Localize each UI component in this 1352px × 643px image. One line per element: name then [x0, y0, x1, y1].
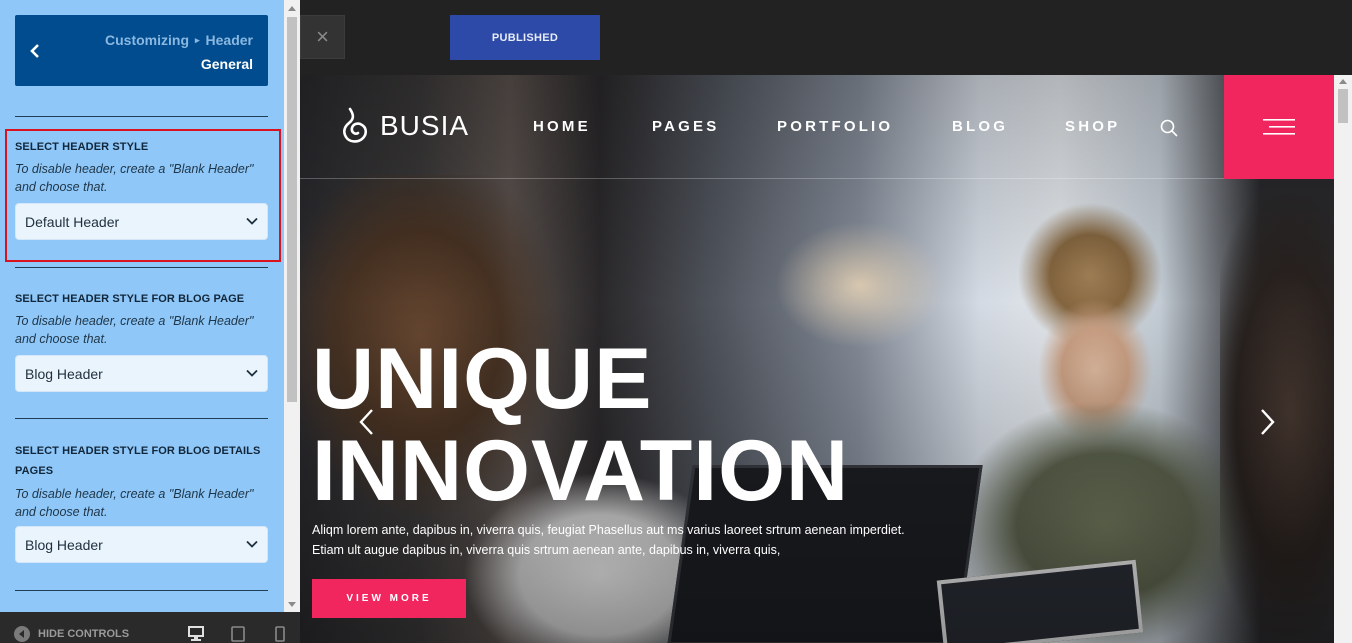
hero-title-line1: UNIQUE: [312, 331, 653, 427]
breadcrumb-section: Header: [205, 32, 253, 48]
group-description: To disable header, create a "Blank Heade…: [15, 314, 254, 346]
back-button[interactable]: [15, 15, 55, 86]
sidebar-scrollbar[interactable]: [284, 0, 300, 612]
section-header: Customizing ▸ Header General: [15, 15, 268, 86]
slider-prev-icon[interactable]: [358, 408, 374, 436]
hide-controls-label: HIDE CONTROLS: [38, 628, 130, 640]
nav-home[interactable]: HOME: [533, 118, 591, 135]
slider-next-icon[interactable]: [1260, 408, 1276, 436]
divider: [15, 267, 268, 268]
group-title: SELECT HEADER STYLE FOR BLOG DETAILS PAG…: [15, 445, 261, 477]
mobile-icon[interactable]: [272, 626, 288, 642]
tablet-icon[interactable]: [230, 626, 246, 642]
scroll-up-icon[interactable]: [1339, 79, 1347, 84]
divider: [15, 418, 268, 419]
scrollbar-thumb[interactable]: [287, 17, 297, 402]
blog-header-style-group: SELECT HEADER STYLE FOR BLOG PAGE To dis…: [15, 291, 268, 392]
customizer-window: Customizing ▸ Header General SELECT HEAD…: [0, 0, 1352, 643]
breadcrumb: Customizing ▸ Header: [105, 32, 253, 48]
blog-details-header-style-select[interactable]: Blog Header: [15, 526, 268, 563]
site-preview: BUSIA HOME PAGES PORTFOLIO BLOG SHOP UNI…: [300, 75, 1334, 643]
logo-text: BUSIA: [380, 110, 470, 141]
menu-toggle-button[interactable]: [1224, 75, 1334, 179]
close-customizer-button[interactable]: ×: [300, 15, 345, 59]
blog-details-header-style-group: SELECT HEADER STYLE FOR BLOG DETAILS PAG…: [15, 441, 268, 563]
group-title: SELECT HEADER STYLE FOR BLOG PAGE: [15, 293, 245, 305]
breadcrumb-prefix: Customizing: [105, 32, 189, 48]
highlight-box: [5, 129, 281, 262]
scrollbar-thumb[interactable]: [1338, 89, 1348, 123]
publish-button[interactable]: PUBLISHED: [450, 15, 600, 60]
group-description: To disable header, create a "Blank Heade…: [15, 487, 254, 519]
customizer-sidebar: Customizing ▸ Header General SELECT HEAD…: [0, 0, 300, 643]
search-icon[interactable]: [1160, 119, 1178, 137]
blog-header-style-select[interactable]: Blog Header: [15, 355, 268, 392]
hamburger-icon: [1263, 119, 1295, 135]
desktop-icon[interactable]: [188, 626, 204, 642]
select-value: Blog Header: [25, 365, 103, 382]
collapse-icon: [14, 626, 30, 642]
breadcrumb-separator: ▸: [195, 34, 200, 45]
view-more-button[interactable]: VIEW MORE: [312, 579, 466, 618]
scroll-up-icon[interactable]: [284, 2, 300, 14]
customizer-footer: HIDE CONTROLS: [0, 612, 300, 643]
divider: [15, 590, 268, 591]
nav-portfolio[interactable]: PORTFOLIO: [777, 118, 893, 135]
site-header: BUSIA HOME PAGES PORTFOLIO BLOG SHOP: [300, 75, 1334, 179]
site-logo[interactable]: BUSIA: [340, 106, 469, 146]
hero-description: Aliqm lorem ante, dapibus in, viverra qu…: [312, 520, 952, 560]
hero-text-line2: Etiam ult augue dapibus in, viverra quis…: [312, 543, 781, 557]
nav-pages[interactable]: PAGES: [652, 118, 719, 135]
nav-shop[interactable]: SHOP: [1065, 118, 1120, 135]
hero-text-line1: Aliqm lorem ante, dapibus in, viverra qu…: [312, 523, 905, 537]
chevron-left-icon: [30, 43, 39, 58]
chevron-down-icon: [246, 540, 258, 548]
divider: [15, 116, 268, 117]
scroll-down-icon[interactable]: [284, 598, 300, 610]
select-value: Blog Header: [25, 536, 103, 553]
hero-title: UNIQUE INNOVATION: [312, 333, 849, 517]
chevron-down-icon: [246, 369, 258, 377]
preview-scrollbar[interactable]: [1334, 75, 1352, 643]
close-icon: ×: [316, 24, 329, 49]
hero-title-line2: INNOVATION: [312, 423, 850, 519]
section-title: General: [200, 56, 253, 72]
nav-blog[interactable]: BLOG: [952, 118, 1008, 135]
busia-logo-icon: [343, 107, 368, 143]
hide-controls-button[interactable]: HIDE CONTROLS: [14, 626, 129, 642]
preview-toolbar: × PUBLISHED: [300, 0, 1352, 75]
